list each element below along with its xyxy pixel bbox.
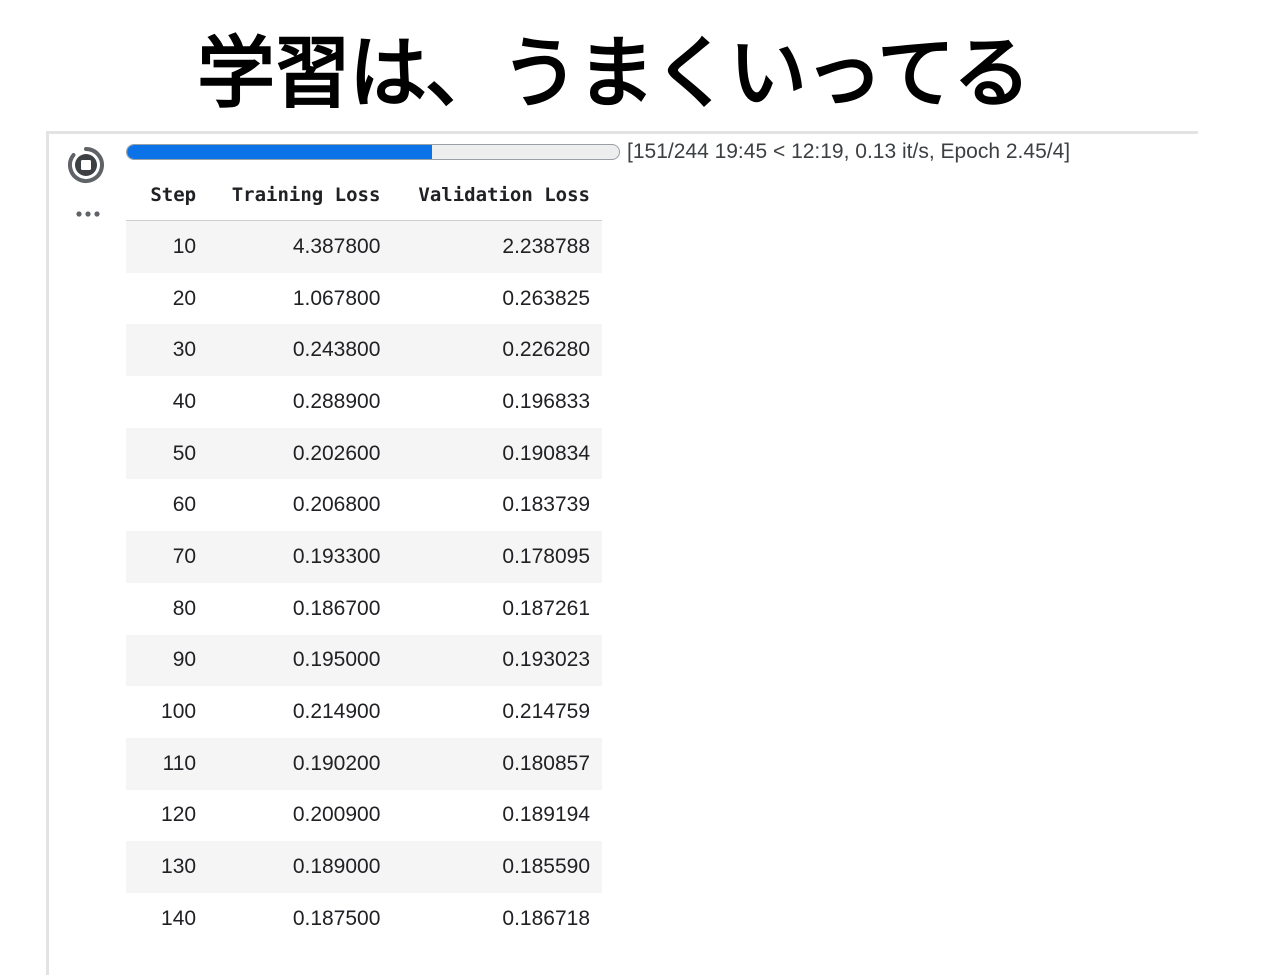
cell-validation-loss: 0.214759 <box>392 686 602 738</box>
cell-step: 60 <box>126 479 209 532</box>
stop-circle-icon[interactable] <box>67 146 105 184</box>
cell-step: 90 <box>126 634 209 687</box>
cell-step: 20 <box>126 272 209 325</box>
cell-validation-loss: 2.238788 <box>392 220 602 273</box>
table-row: 40 0.288900 0.196833 <box>126 376 602 428</box>
cell-validation-loss: 0.178095 <box>392 531 602 583</box>
cell-step: 10 <box>126 220 209 273</box>
cell-step: 110 <box>126 737 209 790</box>
cell-validation-loss: 0.189194 <box>392 789 602 842</box>
cell-training-loss: 0.214900 <box>208 686 393 738</box>
cell-validation-loss: 0.187261 <box>392 582 602 635</box>
slide-title: 学習は、うまくいってる <box>196 29 1031 119</box>
training-progress-bar <box>126 144 620 160</box>
table-row: 120 0.200900 0.189194 <box>126 789 602 842</box>
table-row: 20 1.067800 0.263825 <box>126 272 602 325</box>
cell-validation-loss: 0.186718 <box>392 892 602 945</box>
table-row: 30 0.243800 0.226280 <box>126 324 602 377</box>
cell-training-loss: 0.190200 <box>208 737 393 790</box>
cell-step: 130 <box>126 841 209 893</box>
cell-validation-loss: 0.185590 <box>392 841 602 893</box>
table-row: 90 0.195000 0.193023 <box>126 634 602 687</box>
progress-bar-fill <box>127 145 432 159</box>
cell-validation-loss: 0.196833 <box>392 376 602 428</box>
cell-validation-loss: 0.190834 <box>392 427 602 480</box>
cell-step: 70 <box>126 531 209 583</box>
cell-training-loss: 0.195000 <box>208 634 393 687</box>
cell-training-loss: 0.200900 <box>208 789 393 842</box>
cell-training-loss: 0.193300 <box>208 531 393 583</box>
column-header-training-loss: Training Loss <box>208 170 393 221</box>
cell-validation-loss: 0.193023 <box>392 634 602 687</box>
progress-status-text: [151/244 19:45 < 12:19, 0.13 it/s, Epoch… <box>627 140 1071 163</box>
cell-training-loss: 4.387800 <box>208 220 393 273</box>
slide: 学習は、うまくいってる [151/244 19:45 < 12:19, 0.13… <box>0 0 1269 975</box>
table-row: 100 0.214900 0.214759 <box>126 686 602 738</box>
cell-training-loss: 0.189000 <box>208 841 393 893</box>
cell-training-loss: 0.288900 <box>208 376 393 428</box>
cell-step: 80 <box>126 582 209 635</box>
cell-training-loss: 1.067800 <box>208 272 393 325</box>
cell-training-loss: 0.206800 <box>208 479 393 532</box>
table-row: 50 0.202600 0.190834 <box>126 427 602 480</box>
table-row: 140 0.187500 0.186718 <box>126 892 602 945</box>
cell-training-loss: 0.186700 <box>208 582 393 635</box>
cell-validation-loss: 0.226280 <box>392 324 602 377</box>
cell-validation-loss: 0.183739 <box>392 479 602 532</box>
cell-training-loss: 0.202600 <box>208 427 393 480</box>
table-row: 60 0.206800 0.183739 <box>126 479 602 532</box>
table-row: 80 0.186700 0.187261 <box>126 582 602 635</box>
column-header-step: Step <box>126 170 209 221</box>
cell-validation-loss: 0.263825 <box>392 272 602 325</box>
cell-step: 140 <box>126 892 209 945</box>
table-row: 130 0.189000 0.185590 <box>126 841 602 893</box>
training-metrics-table: Step Training Loss Validation Loss 10 4.3… <box>126 170 602 945</box>
cell-step: 120 <box>126 789 209 842</box>
table-row: 10 4.387800 2.238788 <box>126 220 602 273</box>
cell-validation-loss: 0.180857 <box>392 737 602 790</box>
cell-step: 50 <box>126 427 209 480</box>
cell-step: 40 <box>126 376 209 428</box>
cell-step: 100 <box>126 686 209 738</box>
table-row: 70 0.193300 0.178095 <box>126 531 602 583</box>
cell-training-loss: 0.187500 <box>208 892 393 945</box>
table-row: 110 0.190200 0.180857 <box>126 737 602 790</box>
cell-training-loss: 0.243800 <box>208 324 393 377</box>
column-header-validation-loss: Validation Loss <box>392 170 602 221</box>
cell-step: 30 <box>126 324 209 377</box>
more-horiz-icon[interactable] <box>73 204 103 224</box>
table-header-row: Step Training Loss Validation Loss <box>126 170 602 221</box>
